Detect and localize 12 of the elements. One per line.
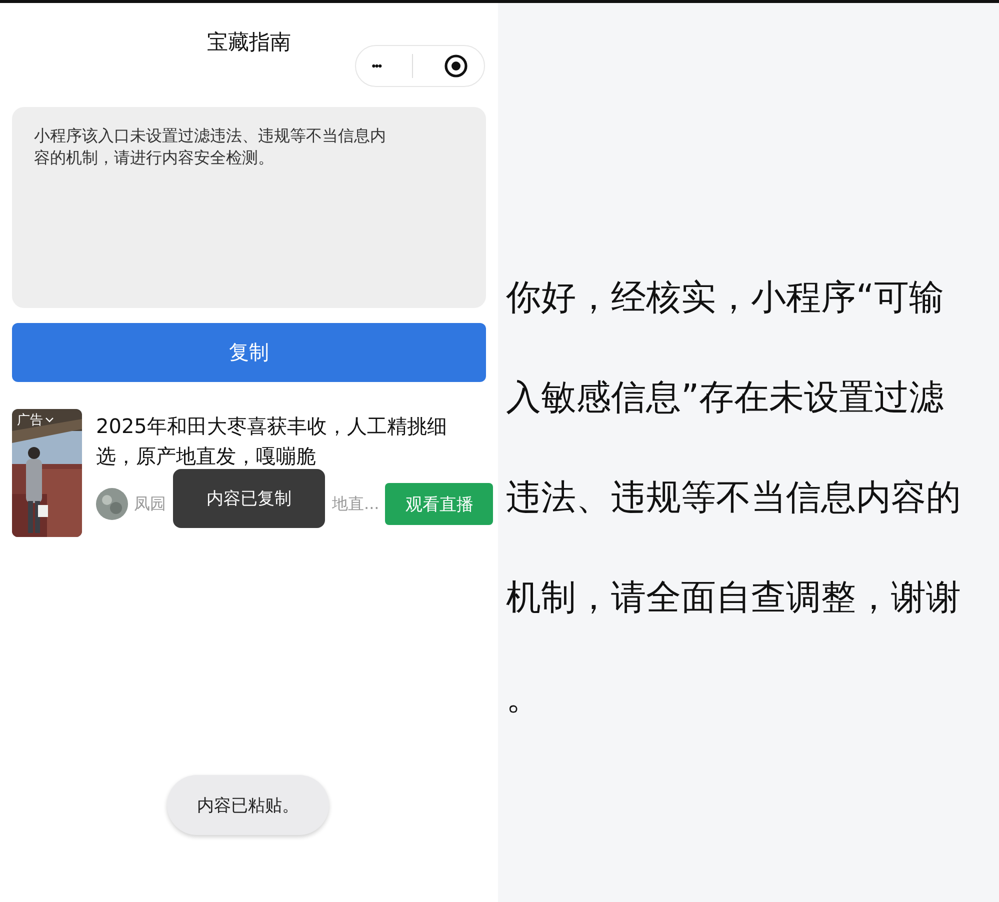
page-title: 宝藏指南 xyxy=(207,29,291,56)
toast: 内容已复制 xyxy=(173,469,325,528)
more-button[interactable]: ••• xyxy=(372,59,382,73)
avatar-icon xyxy=(96,488,128,520)
paste-toast: 内容已粘贴。 xyxy=(167,775,329,835)
chevron-icon xyxy=(45,417,54,423)
ad-title[interactable]: 2025年和田大枣喜获丰收，人工精挑细选，原产地直发，嘎嘣脆 xyxy=(96,409,458,471)
shop-name: 凤园 xyxy=(134,494,166,514)
text-area[interactable]: 小程序该入口未设置过滤违法、违规等不当信息内容的机制，请进行内容安全检测。 xyxy=(12,107,486,308)
message-text: 你好，经核实，小程序“可输 入敏感信息”存在未设置过滤 违法、违规等不当信息内容的 机制，请全面自查调整，谢谢 。 xyxy=(506,277,962,720)
copy-button[interactable]: 复制 xyxy=(12,323,486,382)
shop-description: 地直... xyxy=(332,494,380,514)
